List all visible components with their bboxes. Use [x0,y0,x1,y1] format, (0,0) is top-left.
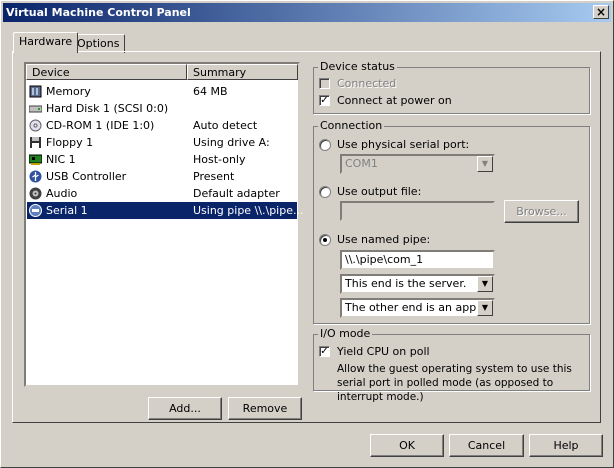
chevron-down-icon[interactable]: ▼ [477,300,493,316]
column-header-device[interactable]: Device [26,64,187,80]
device-name: Serial 1 [46,204,88,217]
io-mode-description: Allow the guest operating system to use … [337,363,572,403]
device-name: Memory [46,85,91,98]
cancel-button[interactable]: Cancel [449,434,524,457]
device-row-nic[interactable]: NIC 1 Host-only [27,151,297,168]
device-name: Audio [46,187,78,200]
ok-button[interactable]: OK [370,434,444,457]
yield-cpu-label: Yield CPU on poll [337,345,430,358]
memory-icon [29,85,42,98]
this-end-select[interactable]: This end is the server. ▼ [340,274,495,294]
physical-port-label: Use physical serial port: [337,138,470,151]
remove-device-button[interactable]: Remove [228,397,302,420]
tab-hardware[interactable]: Hardware [13,32,79,53]
device-name: Hard Disk 1 (SCSI 0:0) [46,102,169,115]
connect-at-power-on-checkbox[interactable]: ✓ [319,95,330,106]
column-header-summary[interactable]: Summary [187,64,298,80]
yield-cpu-checkbox[interactable]: ✓ [319,346,330,357]
hard-disk-icon [29,105,42,113]
device-row-floppy[interactable]: Floppy 1 Using drive A: [27,134,297,151]
close-button[interactable]: × [593,5,609,19]
device-summary: 64 MB [193,85,228,98]
browse-button[interactable]: Browse... [504,200,579,223]
cdrom-icon [29,119,42,132]
device-name: Floppy 1 [46,136,94,149]
nic-icon [29,154,42,165]
audio-icon [29,187,42,200]
physical-port-select[interactable]: COM1 ▼ [340,154,495,174]
device-summary: Present [193,170,235,183]
device-summary: Default adapter [193,187,280,200]
floppy-icon [30,137,41,148]
device-name: CD-ROM 1 (IDE 1:0) [46,119,155,132]
chevron-down-icon[interactable]: ▼ [477,156,493,172]
help-button[interactable]: Help [529,434,603,457]
device-row-usb[interactable]: USB Controller Present [27,168,297,185]
other-end-value: The other end is an application. [345,301,493,314]
device-row-hard-disk[interactable]: Hard Disk 1 (SCSI 0:0) [27,100,297,117]
device-row-audio[interactable]: Audio Default adapter [27,185,297,202]
physical-port-value: COM1 [345,157,378,170]
pipe-name-input[interactable]: \\.\pipe\com_1 [340,250,495,270]
io-mode-title: I/O mode [318,327,373,340]
window-title: Virtual Machine Control Panel [6,6,191,19]
title-bar: Virtual Machine Control Panel × [3,3,611,22]
chevron-down-icon[interactable]: ▼ [477,276,493,292]
device-summary: Host-only [193,153,246,166]
named-pipe-label: Use named pipe: [337,233,431,246]
device-summary: Auto detect [193,119,258,132]
usb-icon [29,170,42,183]
device-summary: Using pipe \\.\pipe... [193,204,304,217]
add-device-button[interactable]: Add... [148,397,222,420]
serial-port-icon [29,204,42,217]
device-row-cdrom[interactable]: CD-ROM 1 (IDE 1:0) Auto detect [27,117,297,134]
named-pipe-radio[interactable] [319,234,331,246]
device-row-memory[interactable]: Memory 64 MB [27,83,297,100]
device-list[interactable]: Device Summary Memory 64 MB Hard Disk 1 … [24,62,303,387]
connected-checkbox[interactable] [319,78,330,89]
this-end-value: This end is the server. [345,277,467,290]
device-row-serial[interactable]: Serial 1 Using pipe \\.\pipe... [27,202,303,219]
connected-label: Connected [337,77,397,90]
device-name: NIC 1 [46,153,76,166]
connect-at-power-on-label: Connect at power on [337,94,452,107]
output-file-input[interactable] [340,201,495,221]
physical-port-radio[interactable] [319,139,331,151]
add-device-label: Add... [169,402,201,415]
device-list-header: Device Summary [26,64,298,80]
output-file-radio[interactable] [319,186,331,198]
other-end-select[interactable]: The other end is an application. ▼ [340,298,495,318]
output-file-label: Use output file: [337,185,422,198]
connection-title: Connection [318,119,385,132]
device-name: USB Controller [46,170,127,183]
device-summary: Using drive A: [193,136,270,149]
device-status-title: Device status [318,60,397,73]
